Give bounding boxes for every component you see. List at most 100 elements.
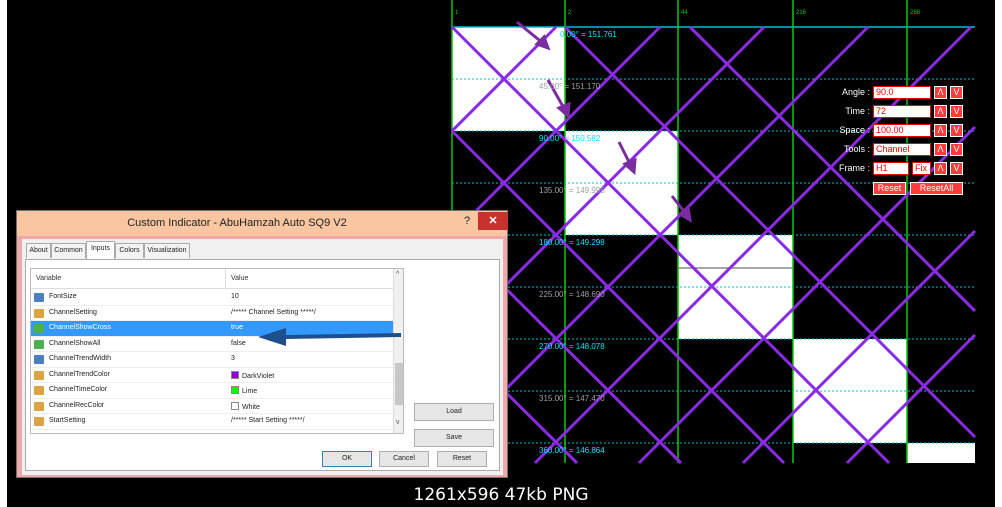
range-box [678, 235, 793, 339]
row-value[interactable]: false [231, 340, 246, 347]
row-variable: ChannelShowCross [49, 324, 111, 331]
string-icon [34, 308, 44, 318]
row-value[interactable]: DarkViolet [231, 370, 274, 380]
color-name: Lime [242, 388, 258, 395]
table-row[interactable]: ChannelTrendWidth 3 [31, 352, 393, 368]
chart-area[interactable]: 1 2 44 216 288 0.00° = 151.761 45.00° = … [7, 0, 995, 484]
column-divider [225, 269, 226, 289]
frame-fix-field[interactable]: Fix [912, 162, 931, 175]
time-field[interactable]: 72 [873, 105, 931, 118]
color-swatch [231, 401, 239, 410]
row-variable: ChannelRecColor [49, 401, 105, 409]
annotation-arrow [258, 328, 402, 346]
row-value[interactable]: true [231, 324, 243, 331]
cancel-button[interactable]: Cancel [379, 451, 429, 467]
row-value[interactable]: 10 [231, 293, 239, 300]
dialog-titlebar[interactable]: Custom Indicator - AbuHamzah Auto SQ9 V2… [17, 211, 508, 236]
ok-button[interactable]: OK [322, 451, 372, 467]
scroll-down-icon[interactable]: v [396, 419, 400, 426]
table-row[interactable]: FontSize 10 [31, 290, 393, 306]
price-label: 90.00° = 150.582 [539, 134, 601, 143]
row-variable: ChannelShowAll [49, 339, 101, 347]
row-variable: ChannelSetting [49, 308, 97, 316]
inputs-table: Variable Value FontSize 10 ChannelSettin… [30, 268, 404, 434]
row-value[interactable]: /***** Channel Setting *****/ [231, 309, 316, 316]
price-label: 225.00° = 148.690 [539, 290, 605, 299]
row-variable: ChannelTrendColor [49, 370, 110, 378]
tab-colors[interactable]: Colors [115, 243, 144, 258]
numeric-icon [34, 355, 44, 364]
table-header: Variable Value [31, 269, 393, 289]
scroll-thumb[interactable] [395, 363, 403, 405]
frame-up-button[interactable]: Λ [934, 162, 947, 175]
tab-about[interactable]: About [26, 243, 51, 258]
time-down-button[interactable]: V [950, 105, 963, 118]
reset-button[interactable]: Reset [873, 182, 906, 195]
row-value[interactable]: White [231, 401, 260, 411]
color-swatch [231, 370, 239, 379]
table-row[interactable]: ChannelSetting /***** Channel Setting **… [31, 306, 393, 321]
time-label: Time : [845, 106, 870, 116]
row-value[interactable]: Lime [231, 386, 257, 395]
inputs-panel: Variable Value FontSize 10 ChannelSettin… [25, 259, 500, 471]
frame-field[interactable]: H1 [873, 162, 909, 175]
tab-inputs[interactable]: Inputs [86, 241, 115, 259]
row-value[interactable]: 3 [231, 355, 235, 362]
table-row[interactable]: ChannelRecColor White [31, 399, 393, 414]
time-tick-label: 44 [681, 10, 688, 16]
load-button[interactable]: Load [414, 403, 494, 421]
time-tick-label: 216 [796, 10, 807, 16]
tools-down-button[interactable]: V [950, 143, 963, 156]
row-variable: FontSize [49, 293, 77, 300]
tools-field[interactable]: Channel [873, 143, 931, 156]
dialog-body: About Common Inputs Colors Visualization… [22, 239, 503, 475]
tab-visualization[interactable]: Visualization [144, 243, 190, 258]
tab-common[interactable]: Common [51, 243, 86, 258]
time-tick-label: 2 [568, 10, 572, 16]
dialog-title: Custom Indicator - AbuHamzah Auto SQ9 V2 [127, 217, 347, 229]
table-row[interactable]: ChannelTimeColor Lime [31, 383, 393, 399]
table-scrollbar[interactable]: ^ v [393, 269, 403, 433]
row-variable: StartSetting [49, 417, 86, 424]
save-button[interactable]: Save [414, 429, 494, 447]
table-row[interactable]: StartSetting /***** Start Setting *****/ [31, 414, 393, 430]
reset-all-button[interactable]: ResetAll [910, 182, 963, 195]
angle-down-button[interactable]: V [950, 86, 963, 99]
color-icon [34, 401, 44, 411]
reset-dialog-button[interactable]: Reset [437, 451, 487, 467]
numeric-icon [34, 293, 44, 302]
frame-label: Frame : [838, 163, 870, 173]
time-tick-label: 1 [455, 10, 459, 16]
frame-down-button[interactable]: V [950, 162, 963, 175]
color-icon [34, 386, 44, 395]
bool-icon [34, 324, 44, 333]
price-label: 360.00° = 146.864 [539, 446, 605, 455]
color-name: White [242, 403, 260, 411]
custom-indicator-dialog[interactable]: Custom Indicator - AbuHamzah Auto SQ9 V2… [16, 210, 508, 478]
angle-up-button[interactable]: Λ [934, 86, 947, 99]
space-up-button[interactable]: Λ [934, 124, 947, 137]
help-button[interactable]: ? [464, 215, 470, 227]
column-header-variable[interactable]: Variable [36, 275, 61, 282]
price-label: 180.00° = 149.298 [539, 238, 605, 247]
angle-label: Angle : [841, 87, 870, 97]
table-row[interactable]: ChannelTrendColor DarkViolet [31, 368, 393, 383]
space-label: Space : [839, 125, 870, 135]
time-up-button[interactable]: Λ [934, 105, 947, 118]
column-header-value[interactable]: Value [231, 275, 248, 282]
price-label: 315.00° = 147.470 [539, 394, 605, 403]
time-tick-label: 288 [910, 10, 921, 16]
price-label: 270.00° = 148.078 [539, 342, 605, 351]
scroll-up-icon[interactable]: ^ [396, 271, 399, 278]
row-value[interactable]: /***** Start Setting *****/ [231, 417, 305, 424]
color-swatch [231, 386, 239, 394]
row-variable: ChannelTrendWidth [49, 355, 111, 362]
angle-field[interactable]: 90.0 [873, 86, 931, 99]
bool-icon [34, 339, 44, 349]
space-field[interactable]: 100.00 [873, 124, 931, 137]
space-down-button[interactable]: V [950, 124, 963, 137]
close-button[interactable]: ✕ [478, 212, 508, 230]
image-caption: 1261x596 47kb PNG [7, 484, 995, 507]
tools-up-button[interactable]: Λ [934, 143, 947, 156]
color-icon [34, 370, 44, 380]
